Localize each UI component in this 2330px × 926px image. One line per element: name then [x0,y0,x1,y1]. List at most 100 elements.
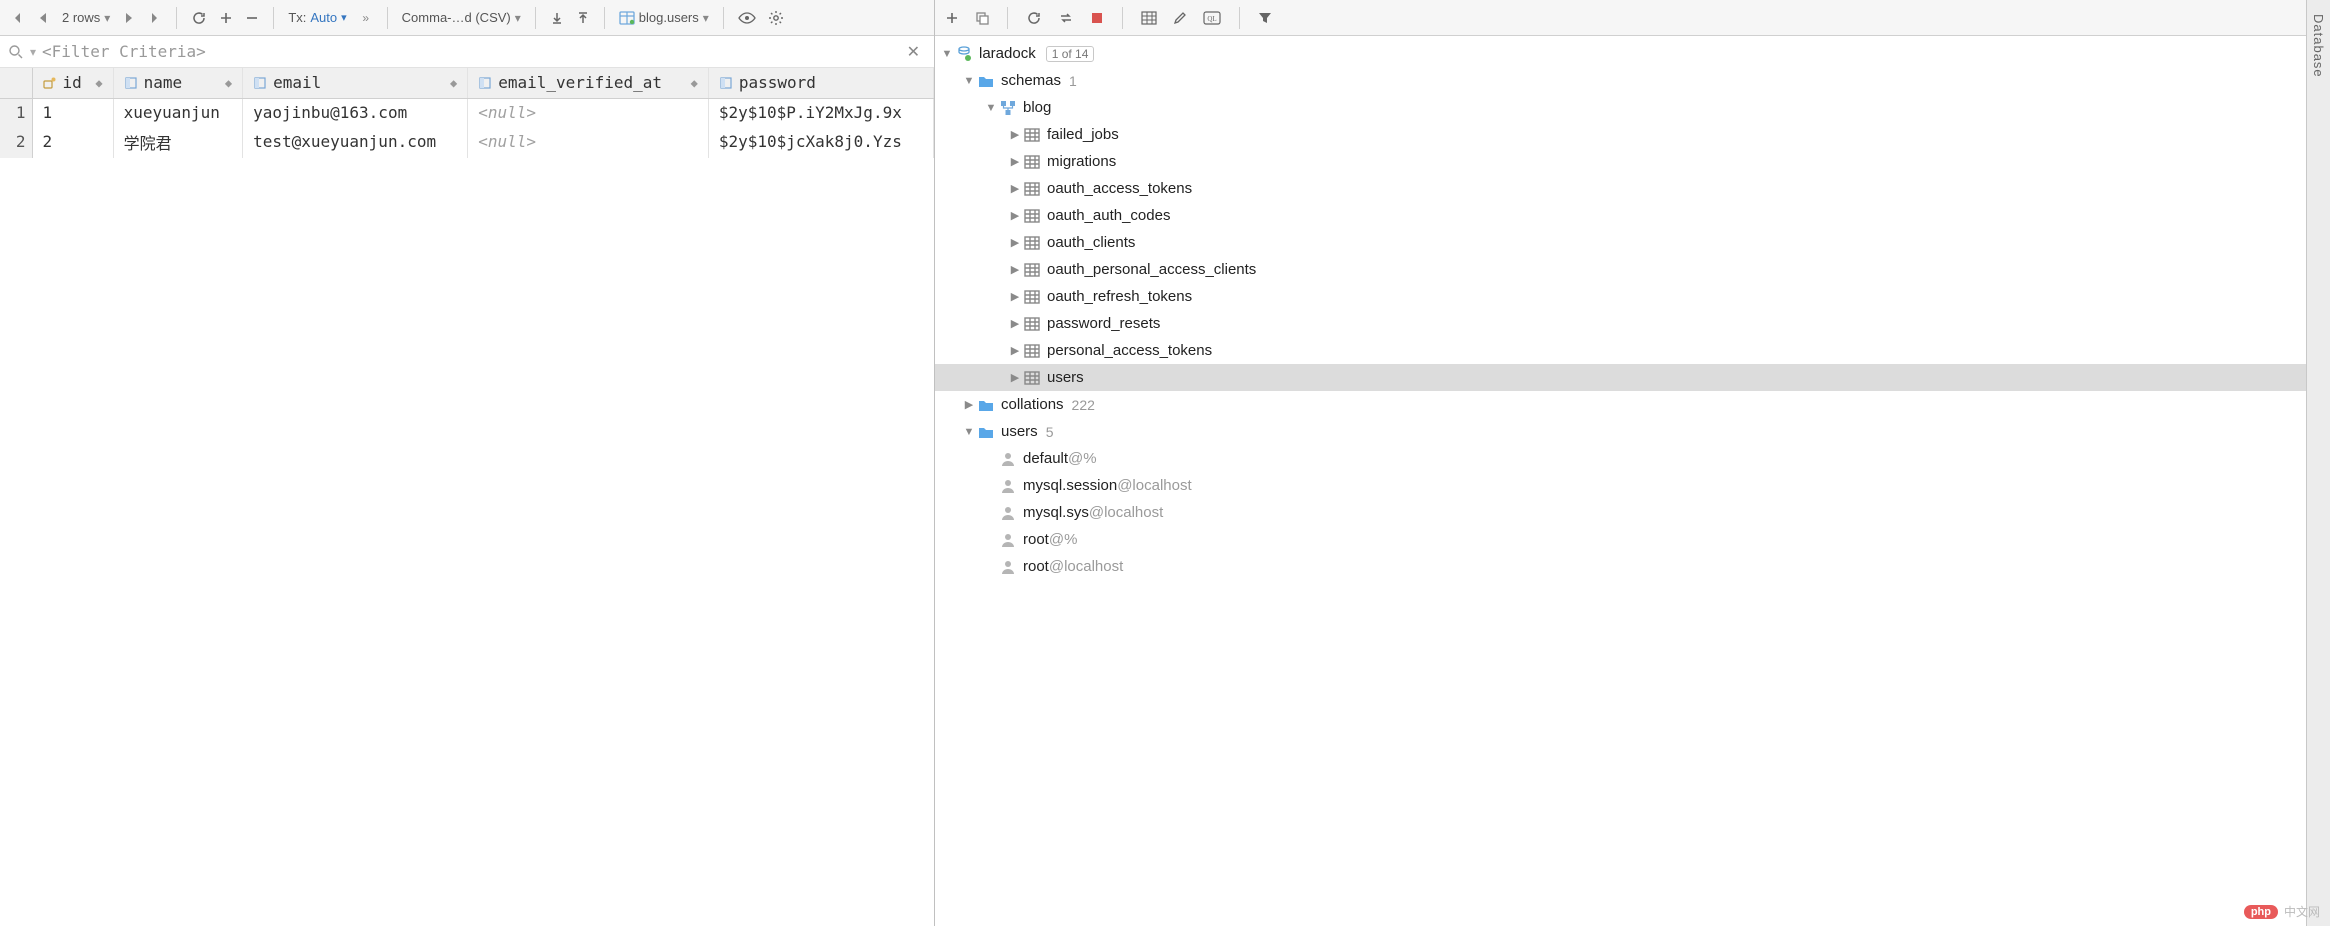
search-icon [8,44,24,60]
column-icon [253,76,267,90]
col-header-email-verified-at[interactable]: email_verified_at◆ [468,68,709,98]
tree-table-users[interactable]: ▶ users [935,364,2306,391]
col-header-email[interactable]: email◆ [243,68,468,98]
import-button[interactable] [572,6,594,30]
table-view-button[interactable] [1137,6,1161,30]
twistie-icon[interactable]: ▶ [1007,290,1023,303]
table-row[interactable]: 22学院君test@xueyuanjun.com<null>$2y$10$jcX… [0,126,934,158]
sort-icon[interactable]: ◆ [691,76,698,90]
tree-table-oauth-personal-access-clients[interactable]: ▶ oauth_personal_access_clients [935,256,2306,283]
duplicate-button[interactable] [971,6,993,30]
tree-icon [1023,234,1041,252]
table-row[interactable]: 11xueyuanjunyaojinbu@163.com<null>$2y$10… [0,98,934,126]
filter-row: ▾ ✕ [0,36,934,68]
refresh-button[interactable] [1022,6,1046,30]
more-tx-button[interactable]: » [355,6,377,30]
twistie-icon[interactable]: ▶ [1007,182,1023,195]
cell-name[interactable]: 学院君 [113,126,242,158]
refresh-button[interactable] [187,6,211,30]
cell-name[interactable]: xueyuanjun [113,98,242,126]
col-header-name[interactable]: name◆ [113,68,242,98]
col-header-password[interactable]: password [708,68,933,98]
col-header-id[interactable]: id◆ [32,68,113,98]
stop-button[interactable] [1086,6,1108,30]
tree-users[interactable]: ▼ users5 [935,418,2306,445]
edit-button[interactable] [1169,6,1191,30]
tree-label: laradock [979,45,1036,62]
rows-count-dropdown[interactable]: 2 rows ▾ [58,10,114,25]
tx-mode-dropdown[interactable]: Tx: Auto ▾ [284,10,350,25]
filter-input[interactable] [42,42,895,61]
sort-icon[interactable]: ◆ [450,76,457,90]
twistie-icon[interactable]: ▶ [1007,236,1023,249]
next-page-button[interactable] [118,6,140,30]
query-console-button[interactable]: QL [1199,6,1225,30]
tree-schemas[interactable]: ▼ schemas1 [935,67,2306,94]
data-grid[interactable]: id◆ name◆ email◆ email_verified_at◆ pass… [0,68,934,926]
tree-table-password-resets[interactable]: ▶ password_resets [935,310,2306,337]
tree-collations[interactable]: ▶ collations222 [935,391,2306,418]
add-row-button[interactable] [215,6,237,30]
tree-label: default [1023,450,1068,467]
last-page-button[interactable] [144,6,166,30]
cell-id[interactable]: 1 [32,98,113,126]
sync-button[interactable] [1054,6,1078,30]
twistie-icon[interactable]: ▶ [1007,344,1023,357]
filter-button[interactable] [1254,6,1276,30]
twistie-icon[interactable]: ▶ [961,398,977,411]
database-tool-tab[interactable]: Database [2306,0,2330,926]
tree-table-failed-jobs[interactable]: ▶ failed_jobs [935,121,2306,148]
export-format-dropdown[interactable]: Comma-…d (CSV) ▾ [398,10,525,25]
view-button[interactable] [734,6,760,30]
cell-id[interactable]: 2 [32,126,113,158]
twistie-icon[interactable]: ▶ [1007,155,1023,168]
tree-user[interactable]: default@% [935,445,2306,472]
tree-user[interactable]: root@localhost [935,553,2306,580]
tree-user[interactable]: root@% [935,526,2306,553]
tree-table-oauth-clients[interactable]: ▶ oauth_clients [935,229,2306,256]
user-host: @% [1068,450,1097,467]
tree-datasource[interactable]: ▼ laradock1 of 14 [935,40,2306,67]
tree-user[interactable]: mysql.sys@localhost [935,499,2306,526]
twistie-icon[interactable]: ▶ [1007,263,1023,276]
tree-table-migrations[interactable]: ▶ migrations [935,148,2306,175]
tree-user[interactable]: mysql.session@localhost [935,472,2306,499]
first-page-button[interactable] [6,6,28,30]
cell-email-verified-at[interactable]: <null> [468,98,709,126]
tree-table-personal-access-tokens[interactable]: ▶ personal_access_tokens [935,337,2306,364]
sort-icon[interactable]: ◆ [95,76,102,90]
twistie-icon[interactable]: ▶ [1007,128,1023,141]
cell-password[interactable]: $2y$10$P.iY2MxJg.9x [708,98,933,126]
twistie-icon[interactable]: ▶ [1007,371,1023,384]
chevron-down-icon: ▾ [104,11,110,25]
tree-label: blog [1023,99,1051,116]
tree-table-oauth-auth-codes[interactable]: ▶ oauth_auth_codes [935,202,2306,229]
prev-page-button[interactable] [32,6,54,30]
twistie-icon[interactable]: ▼ [983,102,999,114]
sort-icon[interactable]: ◆ [225,76,232,90]
tree-schema-blog[interactable]: ▼ blog [935,94,2306,121]
settings-button[interactable] [764,6,788,30]
tx-label: Tx: [288,10,306,25]
twistie-icon[interactable]: ▼ [961,426,977,438]
tree-icon [999,450,1017,468]
clear-filter-button[interactable]: ✕ [901,42,926,62]
tree-table-oauth-refresh-tokens[interactable]: ▶ oauth_refresh_tokens [935,283,2306,310]
watermark: php中文网 [2244,903,2320,920]
cell-email[interactable]: test@xueyuanjun.com [243,126,468,158]
tree-table-oauth-access-tokens[interactable]: ▶ oauth_access_tokens [935,175,2306,202]
database-tree[interactable]: ▼ laradock1 of 14 ▼ schemas1 ▼ blog ▶ fa… [935,36,2306,584]
remove-row-button[interactable] [241,6,263,30]
twistie-icon[interactable]: ▼ [939,48,955,60]
cell-email[interactable]: yaojinbu@163.com [243,98,468,126]
new-button[interactable] [941,6,963,30]
twistie-icon[interactable]: ▶ [1007,317,1023,330]
twistie-icon[interactable]: ▼ [961,75,977,87]
export-button[interactable] [546,6,568,30]
cell-password[interactable]: $2y$10$jcXak8j0.Yzs [708,126,933,158]
twistie-icon[interactable]: ▶ [1007,209,1023,222]
table-ref-dropdown[interactable]: blog.users ▾ [615,10,713,25]
filter-dropdown-icon[interactable]: ▾ [30,45,36,59]
cell-email-verified-at[interactable]: <null> [468,126,709,158]
column-icon [719,76,733,90]
